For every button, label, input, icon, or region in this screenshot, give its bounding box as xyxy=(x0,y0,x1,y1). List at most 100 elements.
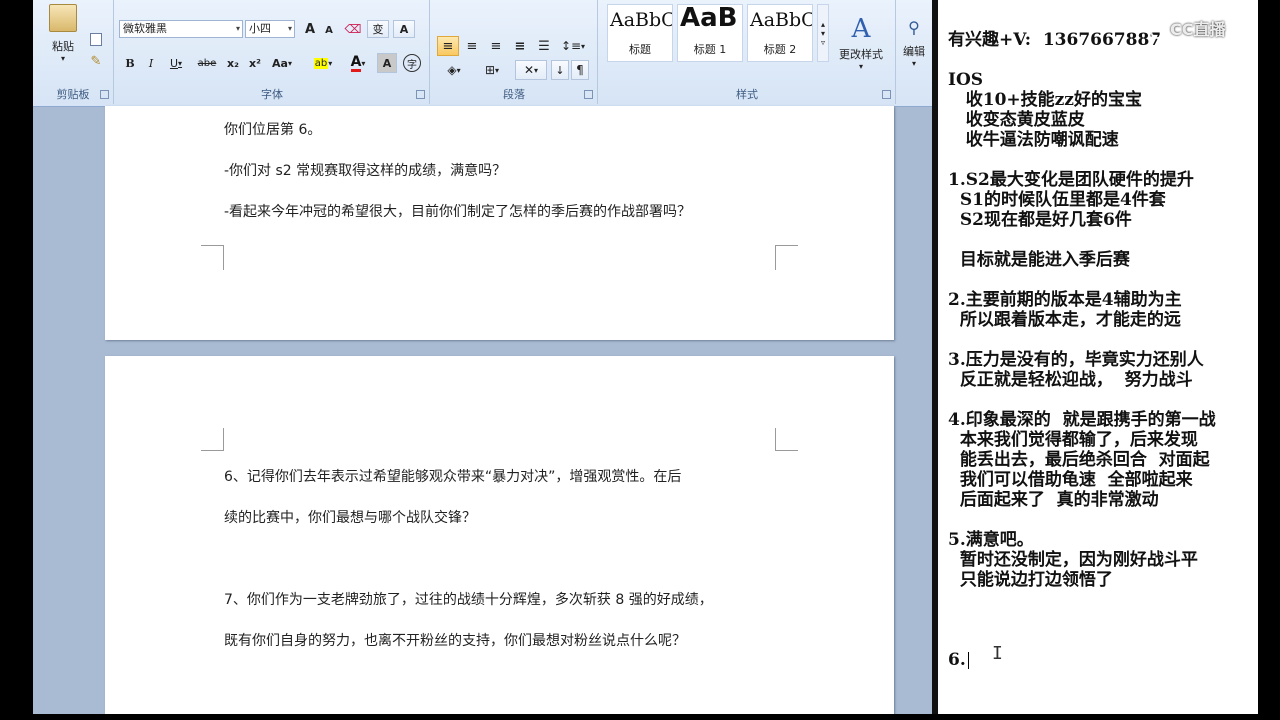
align-center-button[interactable]: ≡ xyxy=(461,36,483,56)
character-shading-label: A xyxy=(382,56,392,70)
show-marks-button[interactable]: ¶ xyxy=(571,60,589,80)
styles-dialog-launcher[interactable] xyxy=(882,90,891,99)
underline-button[interactable]: U ▾ xyxy=(163,53,189,73)
styles-group-label: 样式 xyxy=(736,88,758,101)
font-color-button[interactable]: A ▾ xyxy=(343,53,373,73)
paragraph-dialog-launcher[interactable] xyxy=(584,90,593,99)
doc-line: 7、你们作为一支老牌劲旅了，过往的战绩十分辉煌，多次斩获 8 强的好成绩， xyxy=(224,592,713,608)
justify-icon: ≡ xyxy=(514,38,526,54)
phonetic-guide-button[interactable]: 变 xyxy=(367,20,389,38)
paste-label: 粘贴 xyxy=(52,39,74,53)
enclose-characters-label: 字 xyxy=(403,54,421,72)
font-color-label: A xyxy=(350,53,362,72)
paste-button[interactable]: 粘贴 ▾ xyxy=(43,0,83,76)
notepad-text[interactable]: 有兴趣+V: 1367667887 IOS 收10+技能zz好的宝宝 收变态黄皮蓝… xyxy=(948,30,1258,670)
notepad-line: 3.压力是没有的，毕竟实力还别人 xyxy=(948,350,1204,370)
style-heading1[interactable]: AaB 标题 1 xyxy=(677,4,743,62)
notepad-line xyxy=(948,390,1258,410)
notepad-panel[interactable]: 有兴趣+V: 1367667887 IOS 收10+技能zz好的宝宝 收变态黄皮蓝… xyxy=(932,0,1258,714)
grow-font-button[interactable]: A xyxy=(301,20,319,38)
character-border-button[interactable]: A xyxy=(393,20,415,38)
notepad-line: 所以跟着版本走，才能走的远 xyxy=(948,310,1181,330)
notepad-line xyxy=(948,330,1258,350)
notepad-line: 5.满意吧。 xyxy=(948,530,1034,550)
notepad-line xyxy=(948,50,1258,70)
notepad-line: 暂时还没制定，因为刚好战斗平 xyxy=(948,550,1198,570)
document-page-2[interactable]: 6、记得你们去年表示过希望能够观众带来“暴力对决”，增强观赏性。在后 续的比赛中… xyxy=(105,356,894,714)
editing-group: ⚲ 编辑 ▾ xyxy=(897,0,932,104)
copy-button[interactable] xyxy=(87,30,105,48)
line-spacing-button[interactable]: ↕≡ ▾ xyxy=(557,36,589,56)
shrink-font-button[interactable]: A xyxy=(321,22,337,38)
style-heading1-sample: AaB xyxy=(680,4,738,33)
shrink-font-label: A xyxy=(325,24,333,36)
strikethrough-button[interactable]: abe xyxy=(193,53,221,73)
italic-button[interactable]: I xyxy=(142,53,160,73)
notepad-line: 收牛逼法防嘲讽配速 xyxy=(948,130,1119,150)
clear-formatting-button[interactable]: ⌫ xyxy=(343,20,363,38)
chinese-layout-button[interactable]: ✕ ▾ xyxy=(515,60,547,80)
notepad-line: 能丢出去，最后绝杀回合 对面起 xyxy=(948,450,1210,470)
notepad-line xyxy=(948,270,1258,290)
styles-group: AaBbC 标题 AaB 标题 1 AaBbC 标题 2 ▴ ▾ ▿ A 更改样… xyxy=(599,0,896,104)
notepad-line: 目标就是能进入季后赛 xyxy=(948,250,1130,270)
change-styles-icon: A xyxy=(851,13,871,44)
style-title[interactable]: AaBbC 标题 xyxy=(607,4,673,62)
paintbrush-icon: ✎ xyxy=(90,53,102,69)
font-dialog-launcher[interactable] xyxy=(416,90,425,99)
chevron-down-icon: ▾ xyxy=(328,58,333,68)
line-spacing-icon: ↕≡ xyxy=(560,39,582,53)
styles-scroll-button[interactable]: ▴ ▾ ▿ xyxy=(817,4,829,62)
highlight-label: ab xyxy=(313,57,329,69)
notepad-line: 收变态黄皮蓝皮 xyxy=(948,110,1085,130)
margin-corner-mark xyxy=(201,245,224,270)
chevron-down-icon: ▾ xyxy=(60,53,65,63)
chevron-down-icon: ▾ xyxy=(581,41,586,51)
editing-label: 编辑 xyxy=(903,45,925,58)
font-name-combo[interactable]: 微软雅黑 ▾ xyxy=(119,20,243,38)
bold-button[interactable]: B xyxy=(121,53,139,73)
document-page-1[interactable]: 你们位居第 6。 -你们对 s2 常规赛取得这样的成绩，满意吗？ -看起来今年冲… xyxy=(105,106,894,340)
align-left-button[interactable]: ≡ xyxy=(437,36,459,56)
watermark-logo-icon xyxy=(1150,22,1166,39)
chevron-down-icon: ▾ xyxy=(456,65,461,75)
editing-button[interactable]: ⚲ 编辑 ▾ xyxy=(897,10,931,76)
chevron-down-icon: ▾ xyxy=(911,59,916,68)
phonetic-guide-label: 变 xyxy=(372,23,384,36)
font-name-value: 微软雅黑 xyxy=(123,22,167,35)
underline-label: U xyxy=(169,56,179,70)
sort-button[interactable]: ↓ xyxy=(551,60,569,80)
justify-button[interactable]: ≡ xyxy=(509,36,531,56)
notepad-line: 收10+技能zz好的宝宝 xyxy=(948,90,1142,110)
format-painter-button[interactable]: ✎ xyxy=(87,52,105,70)
font-size-combo[interactable]: 小四 ▾ xyxy=(245,20,295,38)
borders-button[interactable]: ⊞ ▾ xyxy=(475,60,509,80)
chevron-down-icon: ▾ xyxy=(235,24,240,33)
more-icon: ▿ xyxy=(820,37,825,47)
strikethrough-label: abe xyxy=(197,57,217,69)
distributed-icon: ☰ xyxy=(538,38,550,54)
align-right-button[interactable]: ≡ xyxy=(485,36,507,56)
change-case-label: Aa xyxy=(272,56,288,70)
shading-button[interactable]: ◈ ▾ xyxy=(437,60,471,80)
word-window: 粘贴 ▾ ✎ 剪贴板 微软雅黑 ▾ 小四 ▾ A A ⌫ 变 A B I U ▾… xyxy=(33,0,932,714)
grow-font-label: A xyxy=(304,21,316,37)
doc-line: 续的比赛中，你们最想与哪个战队交锋？ xyxy=(224,510,476,526)
notepad-line xyxy=(948,230,1258,250)
distributed-button[interactable]: ☰ xyxy=(533,36,555,56)
superscript-button[interactable]: x² xyxy=(245,53,265,73)
notepad-line xyxy=(948,150,1258,170)
chevron-down-icon: ▾ xyxy=(287,24,292,33)
change-styles-button[interactable]: A 更改样式 ▾ xyxy=(831,10,891,76)
chevron-down-icon: ▾ xyxy=(495,65,500,75)
margin-corner-mark xyxy=(201,428,224,451)
style-heading2[interactable]: AaBbC 标题 2 xyxy=(747,4,813,62)
character-shading-button[interactable]: A xyxy=(377,53,397,73)
change-case-button[interactable]: Aa ▾ xyxy=(267,53,297,73)
enclose-characters-button[interactable]: 字 xyxy=(401,53,423,73)
doc-line: 6、记得你们去年表示过希望能够观众带来“暴力对决”，增强观赏性。在后 xyxy=(224,469,682,485)
doc-line: 你们位居第 6。 xyxy=(224,122,322,138)
highlight-button[interactable]: ab ▾ xyxy=(305,53,341,73)
clipboard-dialog-launcher[interactable] xyxy=(100,90,109,99)
subscript-button[interactable]: x₂ xyxy=(223,53,243,73)
